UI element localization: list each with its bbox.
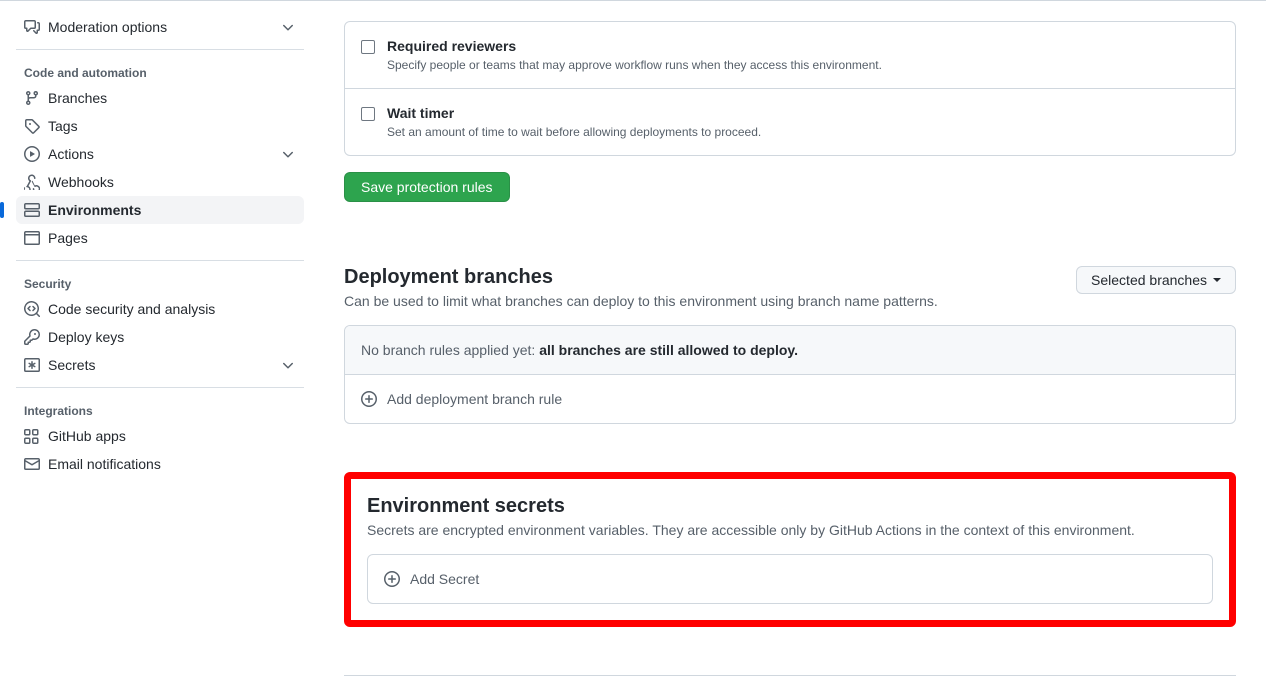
deployment-branches-header: Deployment branches Can be used to limit… — [344, 266, 1236, 309]
sidebar-item-github-apps[interactable]: GitHub apps — [16, 422, 304, 450]
no-rules-bold: all branches are still allowed to deploy… — [539, 342, 798, 358]
secrets-box: Add Secret — [367, 554, 1213, 604]
sidebar-item-secrets[interactable]: Secrets — [16, 351, 304, 379]
section-title: Deployment branches — [344, 266, 938, 289]
reviewers-checkbox[interactable] — [361, 40, 375, 54]
environment-secrets-section-highlighted: Environment secrets Secrets are encrypte… — [344, 472, 1236, 627]
sidebar-heading-integrations: Integrations — [16, 396, 304, 422]
server-icon — [24, 202, 40, 218]
sidebar-item-actions[interactable]: Actions — [16, 140, 304, 168]
add-rule-label: Add deployment branch rule — [387, 391, 562, 407]
deployment-branches-box: No branch rules applied yet: all branche… — [344, 325, 1236, 424]
sidebar-label: Webhooks — [48, 174, 296, 190]
sidebar-label: Email notifications — [48, 456, 296, 472]
sidebar-label: Secrets — [48, 357, 280, 373]
main-content: Required reviewers Specify people or tea… — [320, 1, 1260, 660]
rule-desc: Specify people or teams that may approve… — [387, 58, 882, 72]
codescan-icon — [24, 301, 40, 317]
sidebar-item-deploy-keys[interactable]: Deploy keys — [16, 323, 304, 351]
section-desc: Secrets are encrypted environment variab… — [367, 522, 1213, 538]
sidebar-item-environments[interactable]: Environments — [16, 196, 304, 224]
chevron-down-icon — [280, 357, 296, 373]
sidebar-heading-code: Code and automation — [16, 58, 304, 84]
plus-circle-icon — [384, 571, 400, 587]
sidebar-item-branches[interactable]: Branches — [16, 84, 304, 112]
sidebar-item-email-notifications[interactable]: Email notifications — [16, 450, 304, 478]
key-icon — [24, 329, 40, 345]
sidebar-item-code-security[interactable]: Code security and analysis — [16, 295, 304, 323]
sidebar-heading-security: Security — [16, 269, 304, 295]
rule-title: Required reviewers — [387, 38, 882, 54]
settings-sidebar: Moderation options Code and automation B… — [0, 1, 320, 660]
dropdown-label: Selected branches — [1091, 272, 1207, 288]
rule-wait-timer: Wait timer Set an amount of time to wait… — [345, 89, 1235, 155]
apps-icon — [24, 428, 40, 444]
sidebar-label: Branches — [48, 90, 296, 106]
branch-rules-info: No branch rules applied yet: all branche… — [345, 326, 1235, 375]
rule-title: Wait timer — [387, 105, 761, 121]
sidebar-item-pages[interactable]: Pages — [16, 224, 304, 252]
git-branch-icon — [24, 90, 40, 106]
sidebar-label: Moderation options — [48, 19, 280, 35]
section-title: Environment secrets — [367, 495, 1213, 518]
section-desc: Can be used to limit what branches can d… — [344, 293, 938, 309]
key-asterisk-icon — [24, 357, 40, 373]
sidebar-item-moderation[interactable]: Moderation options — [16, 13, 304, 41]
sidebar-label: Code security and analysis — [48, 301, 296, 317]
no-rules-prefix: No branch rules applied yet: — [361, 342, 539, 358]
rule-required-reviewers: Required reviewers Specify people or tea… — [345, 22, 1235, 89]
selected-branches-dropdown[interactable]: Selected branches — [1076, 266, 1236, 294]
save-protection-rules-button[interactable]: Save protection rules — [344, 172, 510, 202]
plus-circle-icon — [361, 391, 377, 407]
sidebar-label: Tags — [48, 118, 296, 134]
sidebar-label: Environments — [48, 202, 296, 218]
webhook-icon — [24, 174, 40, 190]
sidebar-label: Pages — [48, 230, 296, 246]
chevron-down-icon — [280, 19, 296, 35]
sidebar-item-webhooks[interactable]: Webhooks — [16, 168, 304, 196]
chevron-down-icon — [280, 146, 296, 162]
sidebar-label: Deploy keys — [48, 329, 296, 345]
comment-discussion-icon — [24, 19, 40, 35]
rule-desc: Set an amount of time to wait before all… — [387, 125, 761, 139]
mail-icon — [24, 456, 40, 472]
sidebar-item-tags[interactable]: Tags — [16, 112, 304, 140]
browser-icon — [24, 230, 40, 246]
protection-rules-box: Required reviewers Specify people or tea… — [344, 21, 1236, 156]
add-deployment-branch-rule-button[interactable]: Add deployment branch rule — [345, 375, 1235, 423]
tag-icon — [24, 118, 40, 134]
add-secret-label: Add Secret — [410, 571, 479, 587]
sidebar-label: Actions — [48, 146, 280, 162]
caret-down-icon — [1213, 278, 1221, 282]
add-secret-button[interactable]: Add Secret — [368, 555, 1212, 603]
sidebar-label: GitHub apps — [48, 428, 296, 444]
play-circle-icon — [24, 146, 40, 162]
wait-timer-checkbox[interactable] — [361, 107, 375, 121]
